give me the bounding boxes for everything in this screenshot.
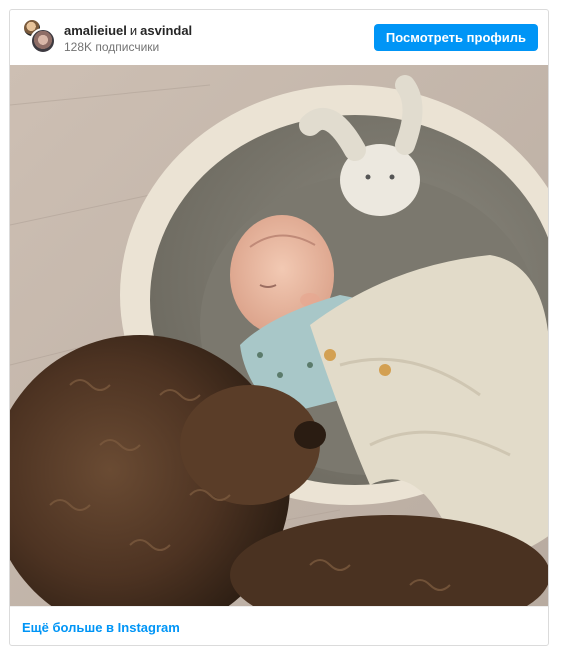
photo-image bbox=[10, 65, 548, 606]
embed-footer: Ещё больше в Instagram bbox=[10, 606, 548, 645]
account-secondary-link[interactable]: asvindal bbox=[140, 23, 192, 38]
embed-header: amalieiuel и asvindal 128K подписчики Посм… bbox=[10, 10, 548, 65]
avatar-secondary[interactable] bbox=[30, 28, 56, 54]
followers-count: 128K подписчики bbox=[64, 40, 160, 54]
post-photo[interactable] bbox=[10, 65, 548, 606]
account-names: amalieiuel и asvindal bbox=[64, 23, 192, 38]
avatar-group[interactable] bbox=[22, 18, 56, 54]
instagram-embed-card: amalieiuel и asvindal 128K подписчики Посм… bbox=[9, 9, 549, 646]
account-connector: и bbox=[129, 23, 138, 38]
view-profile-button[interactable]: Посмотреть профиль bbox=[373, 24, 538, 51]
more-on-instagram-link[interactable]: Ещё больше в Instagram bbox=[22, 620, 180, 635]
account-primary-link[interactable]: amalieiuel bbox=[64, 23, 127, 38]
